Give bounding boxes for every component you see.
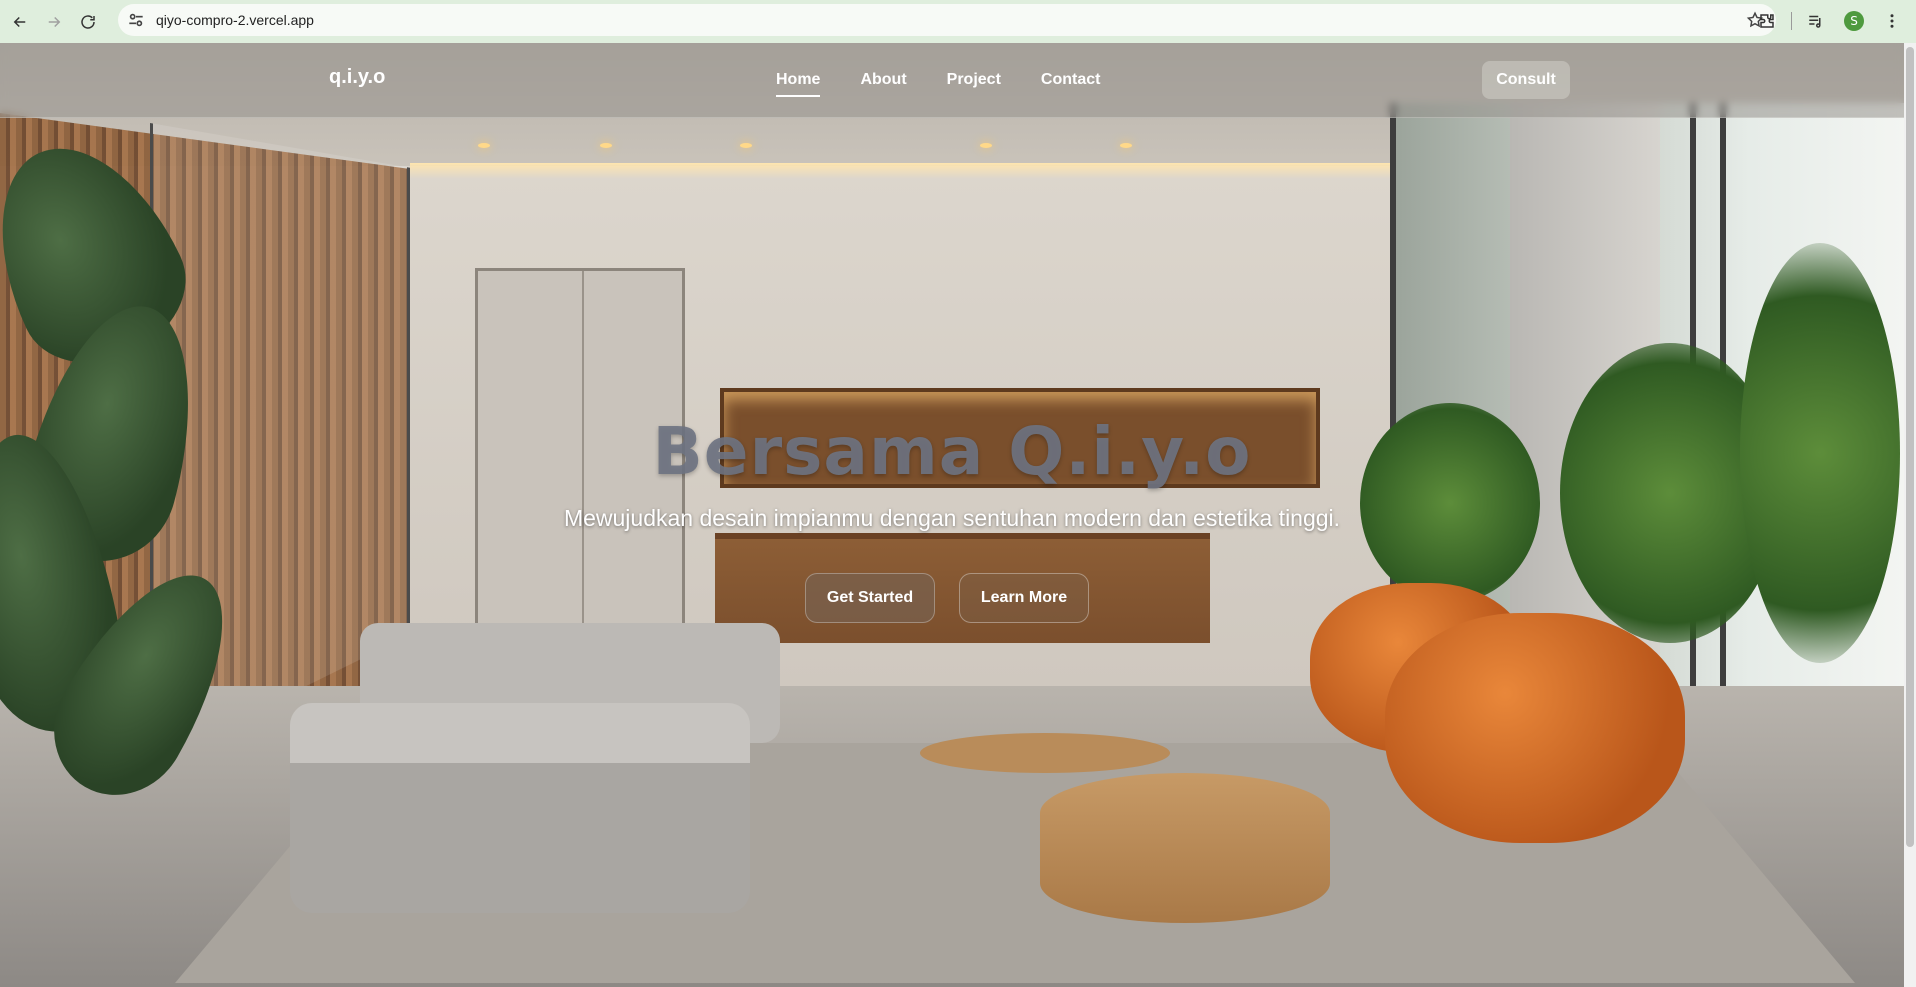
scrollbar-thumb[interactable]: [1906, 47, 1914, 847]
learn-more-button[interactable]: Learn More: [959, 573, 1089, 623]
page-scrollbar[interactable]: [1904, 43, 1916, 987]
forward-icon[interactable]: [40, 8, 68, 36]
reload-icon[interactable]: [74, 8, 102, 36]
avatar: S: [1844, 11, 1864, 31]
extensions-icon[interactable]: [1753, 7, 1781, 35]
hero-actions: Get Started Learn More: [805, 573, 1089, 623]
more-menu-icon[interactable]: [1878, 7, 1906, 35]
site-settings-icon[interactable]: [126, 10, 146, 30]
site-header: q.i.y.o Home About Project Contact Consu…: [0, 43, 1904, 118]
hero-title: Bersama Q.i.y.o: [652, 413, 1252, 490]
back-icon[interactable]: [6, 8, 34, 36]
main-nav: Home About Project Contact: [776, 71, 1100, 97]
nav-contact[interactable]: Contact: [1041, 71, 1101, 97]
browser-toolbar: qiyo-compro-2.vercel.app S: [0, 0, 1916, 43]
address-bar[interactable]: qiyo-compro-2.vercel.app: [118, 4, 1776, 36]
nav-home[interactable]: Home: [776, 71, 821, 97]
nav-project[interactable]: Project: [947, 71, 1001, 97]
profile-avatar[interactable]: S: [1840, 7, 1868, 35]
url-text[interactable]: qiyo-compro-2.vercel.app: [156, 12, 314, 28]
get-started-button[interactable]: Get Started: [805, 573, 935, 623]
hero-subtitle: Mewujudkan desain impianmu dengan sentuh…: [563, 505, 1341, 531]
toolbar-divider: [1791, 12, 1792, 30]
media-control-icon[interactable]: [1802, 7, 1830, 35]
page-viewport: q.i.y.o Home About Project Contact Consu…: [0, 43, 1904, 987]
consult-button[interactable]: Consult: [1482, 61, 1570, 99]
nav-about[interactable]: About: [860, 71, 906, 97]
brand-logo[interactable]: q.i.y.o: [329, 66, 385, 89]
